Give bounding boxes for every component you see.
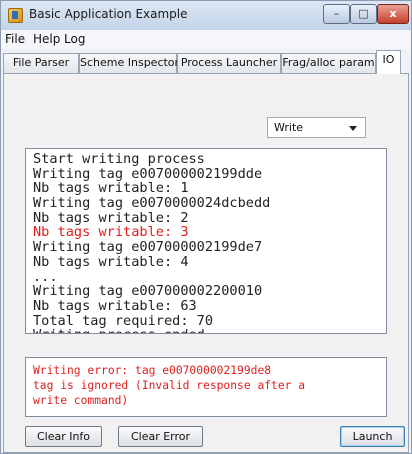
tab-file-parser[interactable]: File Parser [3,53,79,73]
tab-io[interactable]: IO [376,50,401,74]
tab-bar: File Parser Scheme Inspector Process Lau… [3,50,409,74]
title-bar[interactable]: Basic Application Example – □ x [1,1,411,30]
maximize-button[interactable]: □ [350,4,377,24]
tab-process-launcher[interactable]: Process Launcher [177,53,281,73]
window-title: Basic Application Example [29,7,188,21]
log-line: Writing tag e007000002199de7 [33,239,263,256]
tab-frag-alloc-param[interactable]: Frag/alloc param [281,53,376,73]
menu-log[interactable]: Log [64,32,85,46]
write-mode-value: Write [274,121,304,134]
minimize-button[interactable]: – [323,4,350,24]
log-line: Nb tags writable: 4 [33,253,189,270]
log-line: Start writing process [33,151,205,167]
error-line: tag is ignored (Invalid response after a [33,379,306,392]
write-mode-select[interactable]: Write [267,117,366,138]
log-line: Nb tags writable: 1 [33,180,189,197]
menu-file[interactable]: File [5,32,25,46]
java-app-icon [8,8,23,23]
log-line: Writing tag e007000002199dde [33,165,263,182]
clear-info-button[interactable]: Clear Info [25,426,102,447]
clear-error-button[interactable]: Clear Error [118,426,203,447]
error-line: write command) [33,394,129,407]
log-line: Nb tags writable: 63 [33,297,197,314]
close-button[interactable]: x [377,4,409,24]
chevron-down-icon [349,126,357,131]
log-line: ... [33,268,58,285]
info-log-area[interactable]: Start writing process Writing tag e007000… [25,148,387,334]
log-line: Writing tag e0070000024dcbedd [33,195,271,212]
log-line: Total tag required: 70 [33,312,214,329]
tab-scheme-inspector[interactable]: Scheme Inspector [79,53,179,73]
log-line: Writing tag e007000002200010 [33,283,263,300]
log-line: Nb tags writable: 2 [33,209,189,226]
menu-bar: File Help Log [1,30,411,49]
error-line: Writing error: tag e007000002199de8 [33,364,272,377]
log-line: Nb tags writable: 3 [33,224,189,241]
log-line: Writing process ended [33,328,386,333]
application-window: Basic Application Example – □ x File Hel… [0,0,412,454]
error-log-area[interactable]: Writing error: tag e007000002199de8 tag i… [25,357,387,417]
menu-help[interactable]: Help [33,32,60,46]
launch-button[interactable]: Launch [340,426,405,447]
